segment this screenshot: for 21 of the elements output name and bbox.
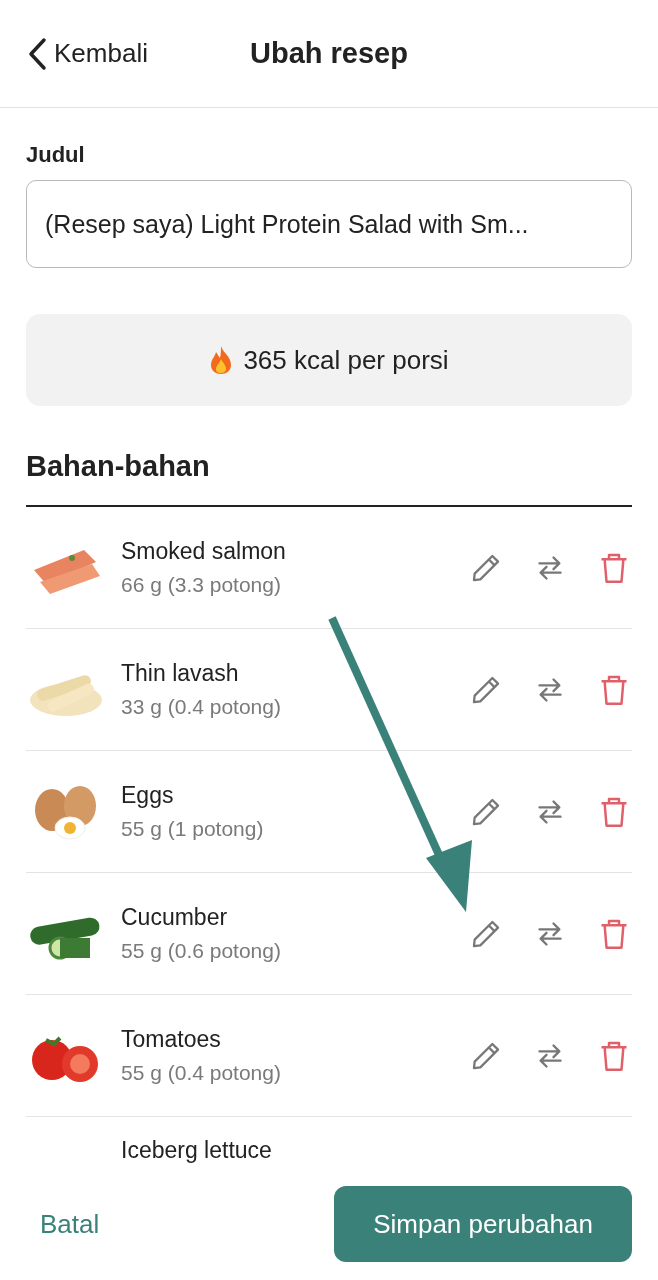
- ingredient-name: Cucumber: [121, 904, 229, 931]
- ingredient-amount: 55 g (1 potong): [121, 817, 265, 841]
- section-heading: Bahan-bahan: [26, 450, 632, 507]
- flame-icon: [209, 345, 234, 375]
- save-button[interactable]: Simpan perubahan: [334, 1186, 632, 1262]
- ingredient-amount: 66 g (3.3 potong): [121, 573, 282, 597]
- ingredient-amount: 55 g (0.6 potong): [121, 939, 282, 963]
- ingredient-name: Thin lavash: [121, 660, 240, 687]
- ingredient-name: Tomatoes: [121, 1026, 222, 1053]
- ingredient-name: Iceberg lettuce: [121, 1137, 273, 1164]
- title-field[interactable]: (Resep saya) Light Protein Salad with Sm...: [26, 180, 632, 268]
- field-label: Judul: [26, 142, 86, 168]
- ingredient-amount: 55 g (0.4 potong): [121, 1061, 282, 1085]
- ingredient-name: Eggs: [121, 782, 175, 809]
- cancel-link[interactable]: Batal: [40, 1208, 100, 1240]
- chevron-left-icon: [26, 36, 48, 71]
- ingredient-name: Smoked salmon: [121, 538, 287, 565]
- screen-title: Ubah resep: [250, 37, 408, 70]
- back-link[interactable]: Kembali: [26, 36, 148, 71]
- calorie-text: 365 kcal per porsi: [243, 344, 449, 376]
- ingredient-amount: 33 g (0.4 potong): [121, 695, 282, 719]
